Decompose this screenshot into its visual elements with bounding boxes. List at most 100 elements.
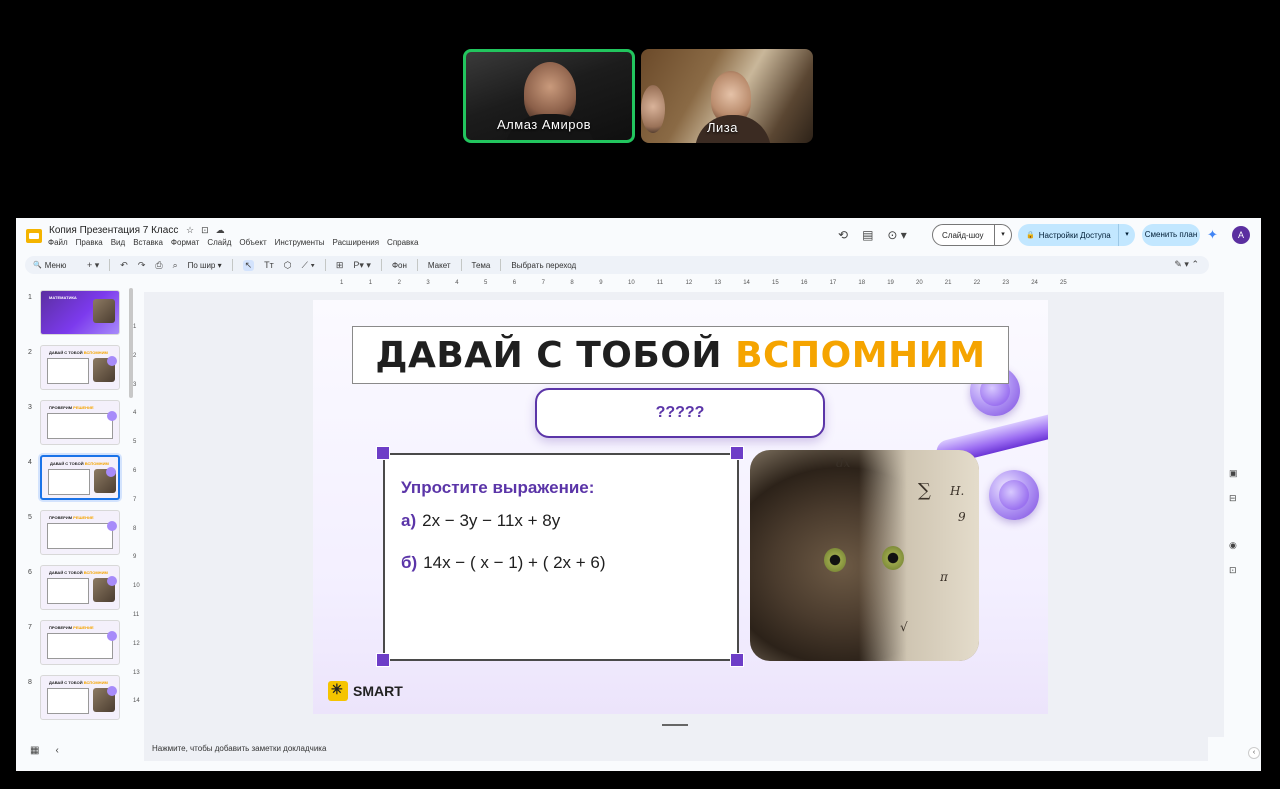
notes-resize-handle[interactable] xyxy=(662,724,688,726)
ruler-tick-label: 13 xyxy=(133,669,140,676)
filmstrip-slide[interactable]: 1 МАТЕМАТИКА xyxy=(24,290,134,345)
line-icon[interactable]: ⟋ ▾ xyxy=(302,260,315,271)
undo-icon[interactable]: ↶ xyxy=(120,260,128,271)
ruler-tick-label: 9 xyxy=(599,280,603,286)
photo-formula: 9 xyxy=(958,510,966,524)
task-item-b-label: б) xyxy=(401,553,418,572)
filmstrip-slide[interactable]: 5 ПРОВЕРИМ РЕШЕНИЕ xyxy=(24,510,134,565)
slide-thumbnail[interactable]: ДАВАЙ С ТОБОЙ ВСПОМНИМ xyxy=(40,455,120,500)
background-button[interactable]: Фон xyxy=(392,261,407,270)
toolbar: 🔍 Меню + ▾ ↶ ↷ ⎙ ⌕ По шир ▾ ↖ Tт ⬡ ⟋ ▾ ⊞… xyxy=(25,256,1209,274)
question-box[interactable]: ????? xyxy=(535,388,825,438)
side-panel-collapse-icon[interactable]: ‹ xyxy=(1248,747,1260,759)
cloud-status-icon[interactable]: ☁ xyxy=(216,225,225,236)
slide-number: 7 xyxy=(28,624,32,631)
slide-thumbnail[interactable]: ДАВАЙ С ТОБОЙ ВСПОМНИМ xyxy=(40,565,120,610)
menu-item-edit[interactable]: Правка xyxy=(76,238,103,247)
menu-item-format[interactable]: Формат xyxy=(171,238,199,247)
layout-button[interactable]: Макет xyxy=(428,261,451,270)
chevron-down-icon[interactable]: ▾ xyxy=(1118,224,1135,246)
thumbnail-title: ПРОВЕРИМ РЕШЕНИЕ xyxy=(49,625,94,630)
thumbnail-title: ДАВАЙ С ТОБОЙ ВСПОМНИМ xyxy=(49,570,108,575)
menu-item-file[interactable]: Файл xyxy=(48,238,68,247)
menu-item-insert[interactable]: Вставка xyxy=(133,238,163,247)
slide-thumbnail[interactable]: МАТЕМАТИКА xyxy=(40,290,120,335)
slide-title-box[interactable]: ДАВАЙ С ТОБОЙ ВСПОМНИМ xyxy=(352,326,1009,384)
edit-mode-icon[interactable]: ✎ ▾ ⌃ xyxy=(1174,259,1199,270)
select-cursor-icon[interactable]: ↖ xyxy=(242,259,255,271)
resize-handle-top-left[interactable] xyxy=(376,446,390,460)
zoom-icon[interactable]: ⌕ xyxy=(173,260,178,271)
menu-item-help[interactable]: Справка xyxy=(387,238,418,247)
keep-icon[interactable]: ▣ xyxy=(1229,468,1238,479)
slide-thumbnail[interactable]: ДАВАЙ С ТОБОЙ ВСПОМНИМ xyxy=(40,345,120,390)
document-title[interactable]: Копия Презентация 7 Класс xyxy=(49,225,178,236)
ruler-tick-label: 14 xyxy=(133,698,140,705)
move-folder-icon[interactable]: ⊡ xyxy=(201,225,209,236)
filmstrip-slide[interactable]: 3 ПРОВЕРИМ РЕШЕНИЕ xyxy=(24,400,134,455)
resize-handle-top-right[interactable] xyxy=(730,446,744,460)
resize-handle-bottom-left[interactable] xyxy=(376,653,390,667)
notes-icon[interactable]: ⊡ xyxy=(1229,565,1238,576)
slideshow-button[interactable]: Слайд-шоу ▾ xyxy=(932,224,1012,246)
print-icon[interactable]: ⎙ xyxy=(155,260,162,271)
shape-icon[interactable]: ⬡ xyxy=(284,260,292,271)
tasks-icon[interactable]: ⊟ xyxy=(1229,493,1238,504)
speaker-notes-field[interactable]: Нажмите, чтобы добавить заметки докладчи… xyxy=(144,737,1208,761)
comments-icon[interactable]: ▤ xyxy=(862,228,873,242)
grid-view-icon[interactable]: ▦ xyxy=(30,745,39,756)
change-plan-button[interactable]: Сменить план xyxy=(1142,224,1200,246)
menu-item-view[interactable]: Вид xyxy=(111,238,125,247)
slide-thumbnail[interactable]: ПРОВЕРИМ РЕШЕНИЕ xyxy=(40,620,120,665)
slide-number: 1 xyxy=(28,294,32,301)
filmstrip-slide[interactable]: 4 ДАВАЙ С ТОБОЙ ВСПОМНИМ xyxy=(24,455,134,510)
filmstrip-slide[interactable]: 2 ДАВАЙ С ТОБОЙ ВСПОМНИМ xyxy=(24,345,134,400)
slide-canvas[interactable]: ДАВАЙ С ТОБОЙ ВСПОМНИМ ????? Упростите в… xyxy=(313,300,1048,714)
thumbnail-title-main: ПРОВЕРИМ xyxy=(49,625,74,630)
filmstrip-slide[interactable]: 6 ДАВАЙ С ТОБОЙ ВСПОМНИМ xyxy=(24,565,134,620)
thumbnail-title-accent: ВСПОМНИМ xyxy=(83,570,108,575)
video-tile-speaker[interactable]: Алмаз Амиров xyxy=(463,49,635,143)
cat-photo[interactable]: dx ∑ H. 9 π √ xyxy=(750,450,979,661)
record-icon[interactable]: ◉ xyxy=(1229,540,1238,551)
ruler-tick-label: 17 xyxy=(829,280,837,286)
menu-item-slide[interactable]: Слайд xyxy=(207,238,231,247)
photo-formula: √ xyxy=(900,620,908,634)
search-icon: 🔍 xyxy=(33,262,42,269)
resize-handle-bottom-right[interactable] xyxy=(730,653,744,667)
slide-thumbnail[interactable]: ПРОВЕРИМ РЕШЕНИЕ xyxy=(40,400,120,445)
zoom-select[interactable]: По шир ▾ xyxy=(188,261,222,270)
filmstrip-scrollbar[interactable] xyxy=(129,288,133,398)
redo-icon[interactable]: ↷ xyxy=(138,260,146,271)
text-box-icon[interactable]: Tт xyxy=(264,260,274,270)
filmstrip-slide[interactable]: 8 ДАВАЙ С ТОБОЙ ВСПОМНИМ xyxy=(24,675,134,730)
filmstrip-slide[interactable]: 7 ПРОВЕРИМ РЕШЕНИЕ xyxy=(24,620,134,675)
menu-item-tools[interactable]: Инструменты xyxy=(275,238,325,247)
slide-thumbnail[interactable]: ПРОВЕРИМ РЕШЕНИЕ xyxy=(40,510,120,555)
comment-add-icon[interactable]: ⊞ xyxy=(336,260,344,271)
share-button[interactable]: 🔒 Настройки Доступа ▾ xyxy=(1018,224,1135,246)
transition-button[interactable]: Выбрать переход xyxy=(511,261,576,270)
ruler-tick-label: 18 xyxy=(858,280,866,286)
video-tile-participant[interactable]: Лиза xyxy=(641,49,813,143)
new-slide-icon[interactable]: + ▾ xyxy=(87,260,99,271)
menu-item-extensions[interactable]: Расширения xyxy=(333,238,380,247)
slides-logo-icon[interactable] xyxy=(26,229,42,243)
gemini-icon[interactable]: ✦ xyxy=(1207,227,1218,243)
avatar[interactable]: A xyxy=(1232,226,1250,244)
thumbnail-text-box xyxy=(47,578,89,604)
task-text-box[interactable]: Упростите выражение: а) 2x − 3y − 11x + 8… xyxy=(383,453,739,661)
menu-item-object[interactable]: Объект xyxy=(239,238,266,247)
chevron-down-icon[interactable]: ▾ xyxy=(994,225,1011,245)
thumbnail-title-main: МАТЕМАТИКА xyxy=(49,295,77,300)
history-icon[interactable]: ⟲ xyxy=(838,228,848,242)
layout-icon[interactable]: P▾ ▾ xyxy=(353,260,371,271)
star-icon[interactable]: ☆ xyxy=(186,225,194,236)
slide-thumbnail[interactable]: ДАВАЙ С ТОБОЙ ВСПОМНИМ xyxy=(40,675,120,720)
theme-button[interactable]: Тема xyxy=(472,261,491,270)
collapse-filmstrip-icon[interactable]: ‹ xyxy=(55,745,58,756)
thumbnail-title-accent: РЕШЕНИЕ xyxy=(73,515,94,520)
menu-search[interactable]: 🔍 Меню xyxy=(33,261,77,270)
meet-icon[interactable]: ⊙ ▾ xyxy=(887,228,906,242)
thumbnail-orb xyxy=(107,686,117,696)
